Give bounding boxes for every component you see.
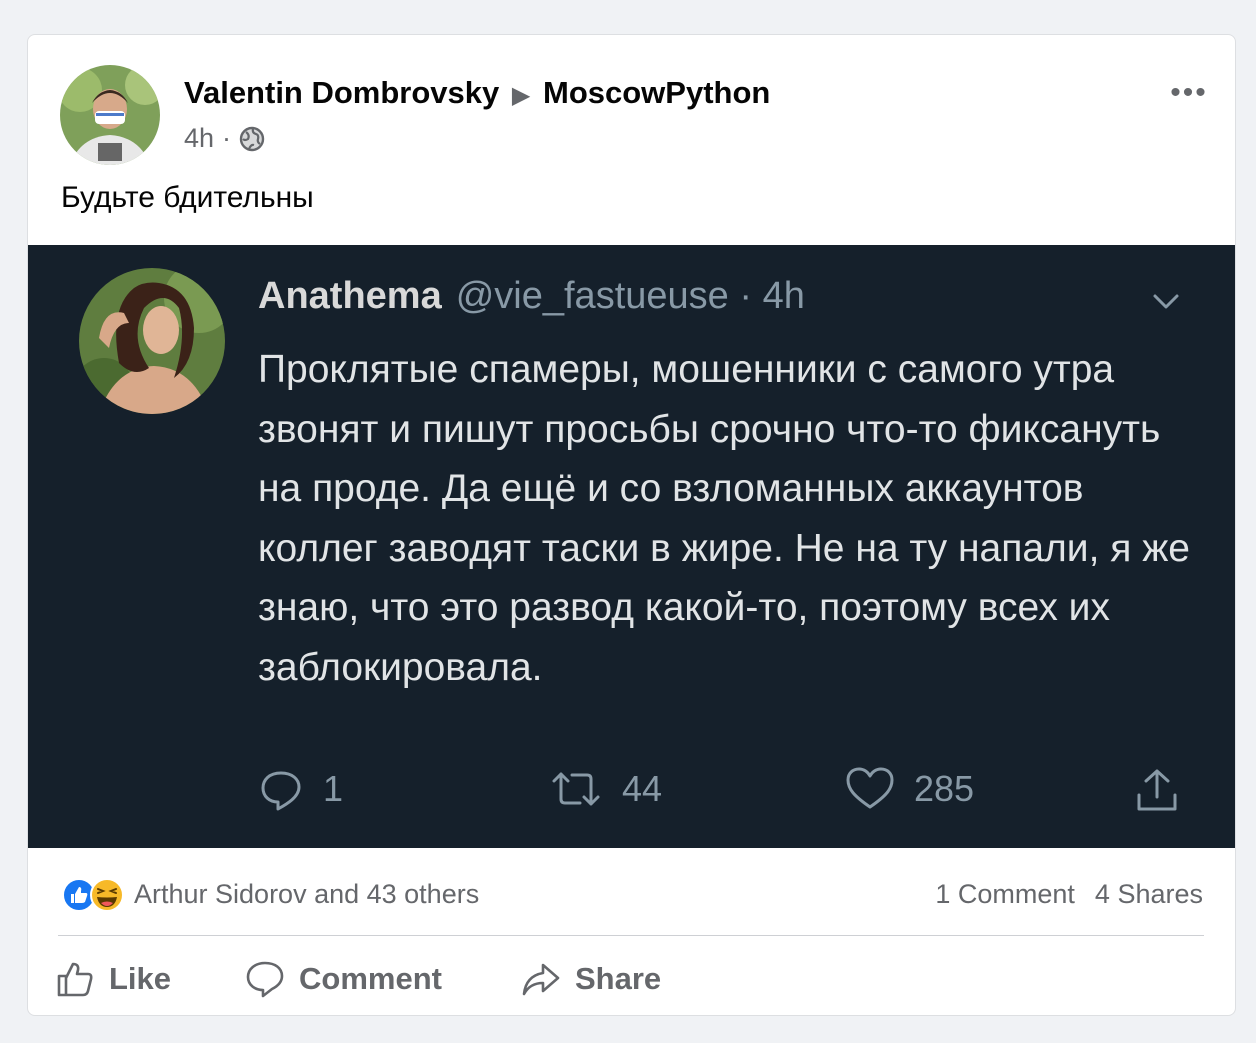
share-label: Share [575, 961, 662, 996]
tweet-text: Проклятые спамеры, мошенники с самого ут… [258, 348, 1191, 689]
arrow-right-icon: ▶ [511, 82, 531, 109]
tweet-like: 285 [844, 765, 974, 813]
post-card: Valentin Dombrovsky ▶ MoscowPython 4h · … [27, 34, 1236, 1016]
tweet-avatar [79, 268, 225, 414]
post-header: Valentin Dombrovsky ▶ MoscowPython [184, 75, 770, 111]
chevron-down-icon [1153, 294, 1179, 309]
thumbs-up-icon [57, 962, 93, 997]
tweet-reply: 1 [257, 765, 343, 813]
tweet-retweet-count: 44 [622, 768, 663, 809]
reactions-text[interactable]: Arthur Sidorov and 43 others [134, 879, 479, 910]
post-meta: 4h · [184, 123, 265, 154]
retweet-icon [552, 772, 600, 806]
tweet-like-count: 285 [914, 768, 975, 809]
globe-icon [239, 126, 265, 151]
post-text: Будьте бдительны [61, 181, 314, 214]
tweet-image[interactable]: Anathema @vie_fastueuse · 4h Проклятые сп… [28, 245, 1235, 848]
share-arrow-icon [522, 963, 560, 996]
tweet-retweet: 44 [548, 765, 662, 813]
like-button[interactable]: Like [55, 951, 171, 1007]
comment-icon [246, 961, 284, 998]
reply-icon [261, 771, 301, 811]
tweet-author-name: Anathema [258, 275, 442, 317]
share-count[interactable]: 4 Shares [1095, 879, 1203, 910]
author-avatar[interactable] [60, 65, 160, 165]
tweet-reply-count: 1 [323, 768, 344, 809]
tweet-actions: 1 44 285 [28, 765, 1235, 825]
share-upload-icon [1137, 769, 1177, 811]
meta-separator: · [222, 123, 232, 153]
engagement-counts: 1 Comment 4 Shares [935, 879, 1203, 910]
share-button[interactable]: Share [521, 951, 661, 1007]
heart-icon [846, 767, 894, 809]
post-time[interactable]: 4h [184, 123, 214, 154]
tweet-share [1131, 765, 1183, 817]
tweet-handle: @vie_fastueuse [455, 275, 729, 317]
group-name[interactable]: MoscowPython [543, 75, 770, 110]
haha-icon [90, 878, 124, 912]
tweet-avatar-image [79, 268, 225, 414]
comment-button[interactable]: Comment [245, 951, 442, 1007]
reaction-icons[interactable] [61, 877, 127, 913]
author-name[interactable]: Valentin Dombrovsky [184, 75, 499, 110]
author-avatar-image [60, 65, 160, 165]
divider [58, 935, 1204, 936]
comment-label: Comment [299, 961, 442, 996]
post-actions: Like Comment Share [28, 951, 1235, 1007]
more-options-icon[interactable]: ••• [1165, 75, 1213, 111]
tweet-header: Anathema @vie_fastueuse · 4h [258, 275, 805, 317]
reactions-summary: Arthur Sidorov and 43 others 1 Comment 4… [58, 871, 1208, 921]
like-label: Like [109, 961, 172, 996]
tweet-time: 4h [762, 275, 805, 317]
comment-count[interactable]: 1 Comment [935, 879, 1075, 910]
